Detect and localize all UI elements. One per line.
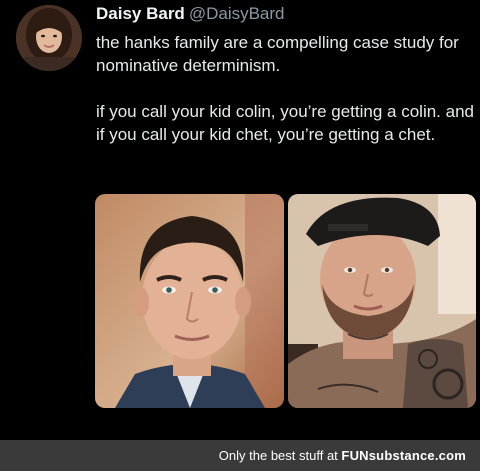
brand-rest: substance.com	[368, 448, 466, 463]
tweet-text: the hanks family are a compelling case s…	[96, 31, 474, 146]
tweet-image-right[interactable]	[288, 194, 476, 408]
footer-tagline: Only the best stuff at	[218, 448, 338, 463]
watermark-bar: Only the best stuff at FUNsubstance.com	[0, 440, 480, 471]
portrait-photo-colin	[95, 194, 284, 408]
tweet-card: Daisy Bard @DaisyBard the hanks family ar…	[0, 0, 480, 440]
footer-brand-link[interactable]: FUNsubstance.com	[341, 448, 466, 463]
tweet-paragraph: the hanks family are a compelling case s…	[96, 33, 459, 75]
tweet-header: Daisy Bard @DaisyBard	[96, 4, 285, 24]
tweet-paragraph: if you call your kid colin, you’re getti…	[96, 102, 474, 144]
portrait-photo-chet	[288, 194, 476, 408]
avatar[interactable]	[16, 5, 82, 71]
tweet-image-left[interactable]	[95, 194, 284, 408]
brand-fun: FUN	[341, 448, 369, 463]
user-handle[interactable]: @DaisyBard	[189, 4, 285, 23]
avatar-photo	[16, 5, 82, 71]
display-name[interactable]: Daisy Bard	[96, 4, 185, 23]
